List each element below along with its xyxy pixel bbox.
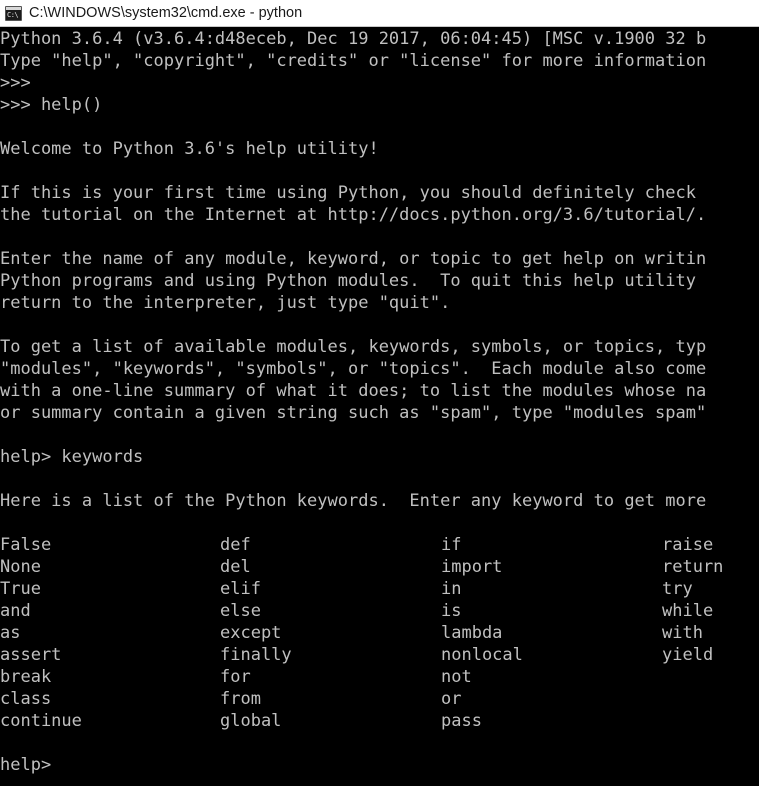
keyword-cell: finally: [220, 645, 292, 665]
keyword-cell: False: [0, 535, 52, 555]
keyword-row: True elif in try: [0, 578, 759, 600]
terminal-line: >>>: [0, 73, 31, 93]
keyword-cell: try: [662, 579, 693, 599]
terminal-line: Python programs and using Python modules…: [0, 271, 696, 291]
keyword-cell: else: [220, 601, 261, 621]
terminal-line: "modules", "keywords", "symbols", or "to…: [0, 359, 707, 379]
keyword-columns-table: False def if raise None del import return True el…: [0, 534, 759, 732]
terminal-line: or summary contain a given string such a…: [0, 403, 707, 423]
keyword-cell: while: [662, 601, 714, 621]
keyword-row: class from or: [0, 688, 759, 710]
window-titlebar[interactable]: C:\ C:\WINDOWS\system32\cmd.exe - python: [0, 0, 759, 27]
terminal-line: the tutorial on the Internet at http://d…: [0, 205, 707, 225]
keyword-row: and else is while: [0, 600, 759, 622]
keyword-cell: raise: [662, 535, 714, 555]
keyword-cell: not: [441, 667, 472, 687]
keyword-cell: with: [662, 623, 703, 643]
window-title-text: C:\WINDOWS\system32\cmd.exe - python: [29, 5, 303, 21]
keyword-cell: if: [441, 535, 462, 555]
keyword-cell: return: [662, 557, 724, 577]
keyword-row: continue global pass: [0, 710, 759, 732]
terminal-line: If this is your first time using Python,…: [0, 183, 696, 203]
keyword-cell: in: [441, 579, 462, 599]
keyword-cell: except: [220, 623, 282, 643]
terminal-line: Enter the name of any module, keyword, o…: [0, 249, 707, 269]
keyword-cell: for: [220, 667, 251, 687]
keyword-cell: yield: [662, 645, 714, 665]
terminal-line: >>> help(): [0, 95, 103, 115]
cmd-console-icon: C:\: [5, 5, 22, 21]
keyword-cell: continue: [0, 711, 82, 731]
terminal-prompt-block: help>: [0, 732, 759, 776]
keyword-cell: True: [0, 579, 41, 599]
keyword-cell: import: [441, 557, 503, 577]
keyword-cell: as: [0, 623, 21, 643]
keyword-cell: del: [220, 557, 251, 577]
keyword-row: False def if raise: [0, 534, 759, 556]
keyword-cell: class: [0, 689, 52, 709]
terminal-text-block: Python 3.6.4 (v3.6.4:d48eceb, Dec 19 201…: [0, 28, 759, 534]
terminal-trailing-blank-line: [0, 732, 759, 754]
terminal-trailing-line: help>: [0, 755, 52, 775]
keyword-cell: or: [441, 689, 462, 709]
keyword-row: as except lambda with: [0, 622, 759, 644]
keyword-cell: break: [0, 667, 52, 687]
terminal-line: Python 3.6.4 (v3.6.4:d48eceb, Dec 19 201…: [0, 29, 707, 49]
cmd-icon-prompt-glyph: C:\: [7, 10, 19, 19]
terminal-line: Type "help", "copyright", "credits" or "…: [0, 51, 707, 71]
keyword-cell: lambda: [441, 623, 503, 643]
terminal-line: Here is a list of the Python keywords. E…: [0, 491, 707, 511]
keyword-cell: and: [0, 601, 31, 621]
keyword-cell: def: [220, 535, 251, 555]
terminal-line: To get a list of available modules, keyw…: [0, 337, 707, 357]
keyword-cell: pass: [441, 711, 482, 731]
keyword-cell: assert: [0, 645, 62, 665]
keyword-cell: is: [441, 601, 462, 621]
keyword-cell: global: [220, 711, 282, 731]
keyword-cell: nonlocal: [441, 645, 523, 665]
terminal-line: return to the interpreter, just type "qu…: [0, 293, 451, 313]
terminal-line: Welcome to Python 3.6's help utility!: [0, 139, 379, 159]
terminal-line: help> keywords: [0, 447, 144, 467]
terminal-output-area[interactable]: Python 3.6.4 (v3.6.4:d48eceb, Dec 19 201…: [0, 27, 759, 786]
terminal-line: with a one-line summary of what it does;…: [0, 381, 707, 401]
keyword-cell: None: [0, 557, 41, 577]
keyword-row: assert finally nonlocal yield: [0, 644, 759, 666]
cmd-console-window: C:\ C:\WINDOWS\system32\cmd.exe - python…: [0, 0, 759, 786]
keyword-row: None del import return: [0, 556, 759, 578]
keyword-row: break for not: [0, 666, 759, 688]
keyword-cell: from: [220, 689, 261, 709]
keyword-cell: elif: [220, 579, 261, 599]
